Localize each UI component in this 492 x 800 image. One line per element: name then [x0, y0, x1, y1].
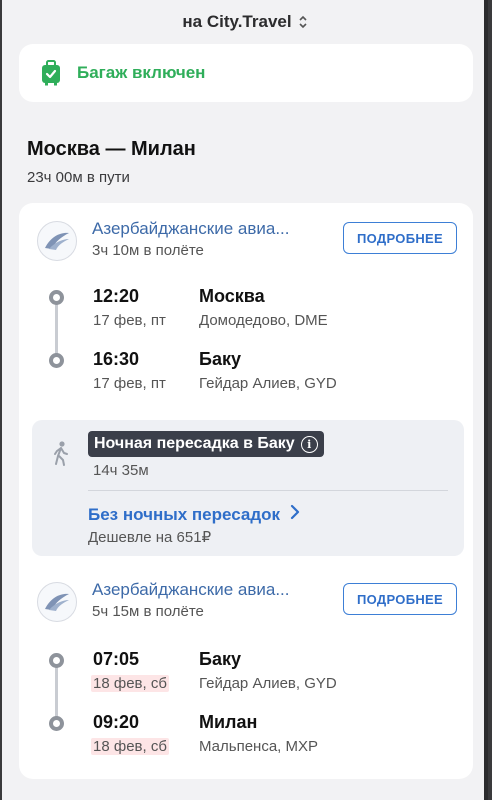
details-button[interactable]: ПОДРОБНЕЕ [343, 222, 457, 254]
cheaper-note: Дешевле на 651₽ [88, 529, 212, 546]
segment-timeline [49, 290, 64, 370]
arrival-airport: Гейдар Алиев, GYD [199, 375, 337, 392]
airline-logo-icon [37, 582, 77, 622]
airline-name[interactable]: Азербайджанские авиа... [92, 219, 290, 239]
departure-airport: Гейдар Алиев, GYD [199, 675, 337, 692]
source-label: на City.Travel [182, 12, 292, 31]
arrival-airport: Мальпенса, MXP [199, 738, 319, 755]
airline-name[interactable]: Азербайджанские авиа... [92, 580, 290, 600]
arrival-dot [49, 716, 64, 731]
booking-screen: на City.Travel Багаж включен Москва — Ми… [2, 0, 488, 800]
baggage-card: Багаж включен [19, 44, 473, 102]
chevron-right-icon [290, 504, 300, 525]
segment-timeline [49, 653, 64, 733]
arrival-stop: 09:20 18 фев, сб Милан Мальпенса, MXP [91, 712, 453, 762]
baggage-label: Багаж включен [77, 63, 206, 82]
layover-duration: 14ч 35м [93, 462, 149, 479]
divider [88, 490, 448, 491]
night-layover-badge[interactable]: Ночная пересадка в Баку i [88, 431, 324, 457]
walking-person-icon [49, 440, 73, 468]
arrival-date: 18 фев, сб [91, 738, 169, 755]
arrival-city: Баку [199, 349, 241, 369]
route-total-duration: 23ч 00м в пути [27, 169, 130, 186]
segment-header: Азербайджанские авиа... 3ч 10м в полёте … [37, 219, 457, 263]
flight-duration: 5ч 15м в полёте [92, 603, 204, 620]
no-night-layovers-link[interactable]: Без ночных пересадок [88, 504, 300, 525]
flights-card: Азербайджанские авиа... 3ч 10м в полёте … [19, 203, 473, 779]
no-night-layovers-label: Без ночных пересадок [88, 504, 281, 524]
segment-header: Азербайджанские авиа... 5ч 15м в полёте … [37, 580, 457, 624]
departure-stop: 12:20 17 фев, пт Москва Домодедово, DME [93, 286, 453, 336]
arrival-stop: 16:30 17 фев, пт Баку Гейдар Алиев, GYD [93, 349, 453, 399]
info-icon[interactable]: i [300, 435, 318, 453]
departure-date: 18 фев, сб [91, 675, 169, 692]
route-title: Москва — Милан [27, 138, 196, 160]
layover-block: Ночная пересадка в Баку i 14ч 35м Без но… [32, 420, 464, 556]
departure-city: Баку [199, 649, 241, 669]
source-selector[interactable]: на City.Travel [2, 10, 488, 34]
departure-date: 17 фев, пт [93, 312, 166, 329]
device-edge [484, 0, 488, 800]
departure-airport: Домодедово, DME [199, 312, 328, 329]
departure-time: 12:20 [93, 286, 140, 306]
details-button[interactable]: ПОДРОБНЕЕ [343, 583, 457, 615]
arrival-time: 09:20 [93, 712, 140, 732]
arrival-city: Милан [199, 712, 258, 732]
arrival-time: 16:30 [93, 349, 140, 369]
departure-time: 07:05 [93, 649, 140, 669]
chevron-updown-icon [298, 15, 308, 29]
flight-duration: 3ч 10м в полёте [92, 242, 204, 259]
departure-dot [49, 290, 64, 305]
night-layover-title: Ночная пересадка в Баку [94, 435, 295, 452]
arrival-date: 17 фев, пт [93, 375, 166, 392]
luggage-check-icon [41, 60, 61, 86]
arrival-dot [49, 353, 64, 368]
airline-logo-icon [37, 221, 77, 261]
departure-dot [49, 653, 64, 668]
departure-stop: 07:05 18 фев, сб Баку Гейдар Алиев, GYD [91, 649, 453, 699]
departure-city: Москва [199, 286, 265, 306]
